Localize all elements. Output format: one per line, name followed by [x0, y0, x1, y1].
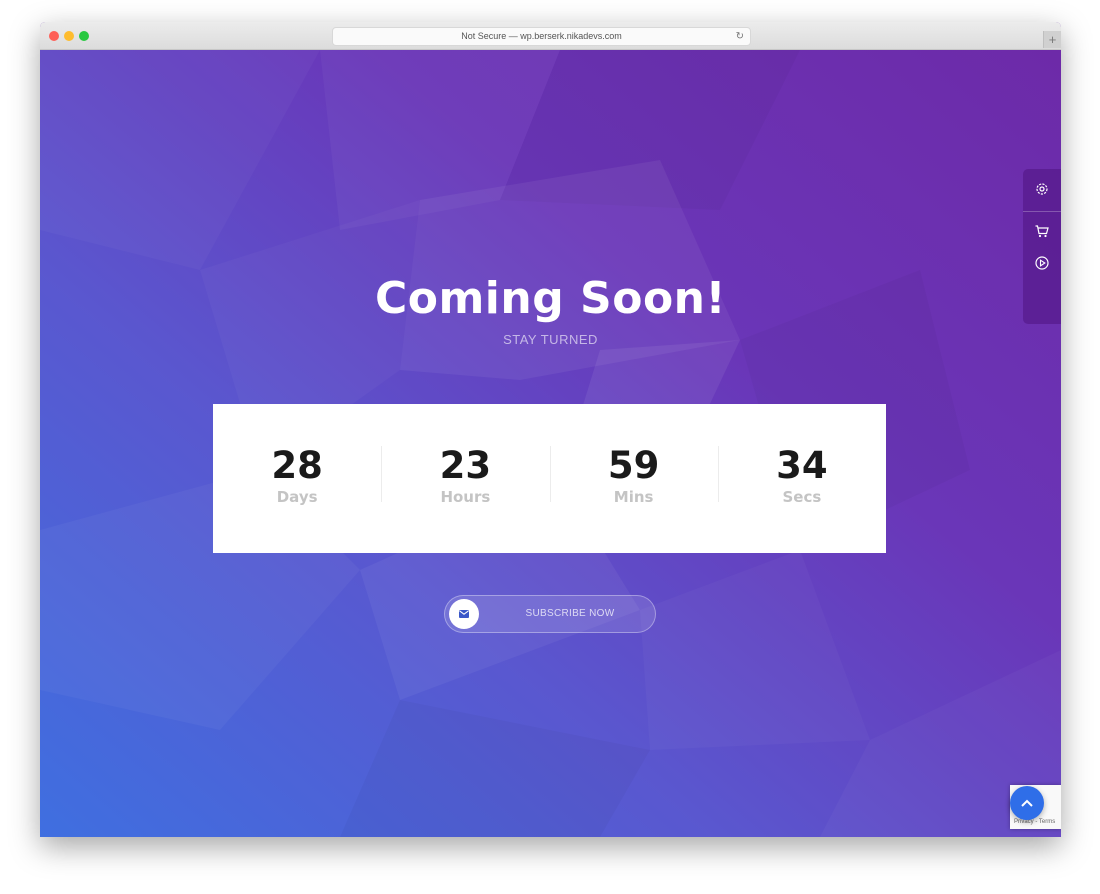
subscribe-button[interactable]: SUBSCRIBE NOW	[444, 595, 656, 633]
countdown-secs-value: 34	[776, 444, 828, 487]
close-window-button[interactable]	[49, 31, 59, 41]
play-icon	[1035, 256, 1049, 270]
minimize-window-button[interactable]	[64, 31, 74, 41]
cart-icon	[1035, 224, 1049, 237]
reload-icon[interactable]: ↻	[736, 28, 744, 45]
countdown-mins-label: Mins	[613, 488, 654, 506]
address-bar[interactable]: Not Secure — wp.berserk.nikadevs.com ↻	[332, 27, 751, 46]
gear-icon	[1036, 183, 1048, 195]
countdown-secs-label: Secs	[782, 488, 822, 506]
play-button[interactable]	[1023, 248, 1061, 278]
countdown-hours-label: Hours	[440, 488, 491, 506]
maximize-window-button[interactable]	[79, 31, 89, 41]
address-bar-text: Not Secure — wp.berserk.nikadevs.com	[461, 31, 622, 41]
countdown-timer: 28 Days 23 Hours 59 Mins 34 Secs	[213, 404, 886, 553]
side-toolbar-divider	[1023, 211, 1061, 212]
subscribe-button-label: SUBSCRIBE NOW	[525, 608, 615, 619]
countdown-hours-value: 23	[439, 444, 492, 487]
countdown-days: 28 Days	[213, 404, 381, 553]
envelope-icon	[449, 599, 479, 629]
countdown-secs: 34 Secs	[717, 404, 886, 553]
browser-window: Not Secure — wp.berserk.nikadevs.com ↻ +…	[40, 22, 1061, 837]
page-content: Coming Soon! STAY TURNED 28 Days 23 Hour…	[40, 50, 1061, 837]
page-subtitle: STAY TURNED	[503, 332, 598, 347]
countdown-days-value: 28	[271, 444, 323, 487]
page-title: Coming Soon!	[374, 273, 727, 324]
cart-button[interactable]	[1023, 216, 1061, 246]
browser-titlebar: Not Secure — wp.berserk.nikadevs.com ↻ +	[40, 22, 1061, 50]
new-tab-button[interactable]: +	[1043, 31, 1061, 48]
countdown-days-label: Days	[276, 488, 318, 506]
side-toolbar	[1023, 169, 1061, 324]
countdown-mins-value: 59	[607, 444, 660, 487]
countdown-hours: 23 Hours	[381, 404, 549, 553]
settings-button[interactable]	[1023, 174, 1061, 204]
chevron-up-icon	[1021, 799, 1033, 807]
recaptcha-terms: Privacy - Terms	[1014, 819, 1056, 825]
scroll-to-top-button[interactable]	[1010, 786, 1044, 820]
countdown-mins: 59 Mins	[549, 404, 718, 553]
